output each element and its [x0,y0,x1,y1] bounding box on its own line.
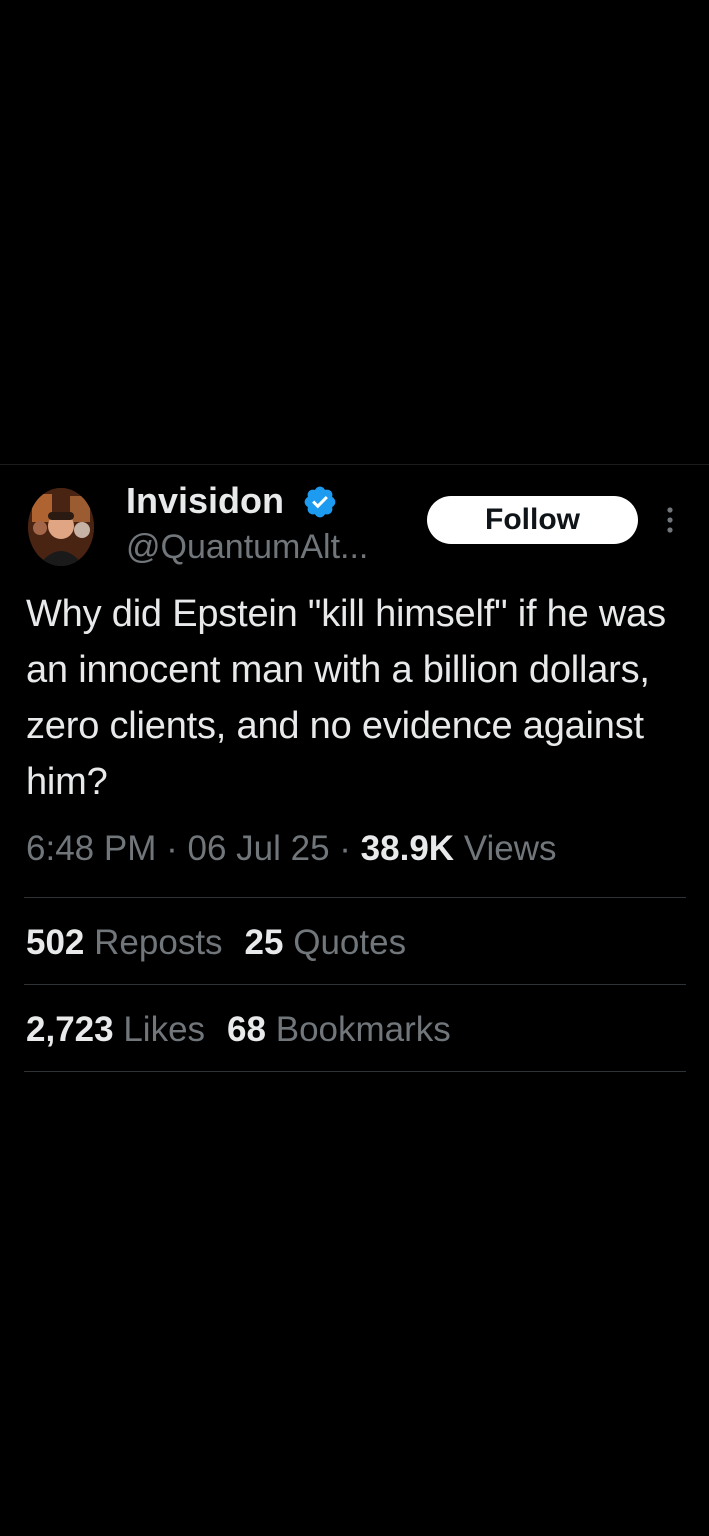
reposts-label: Reposts [94,923,223,962]
bookmarks-count: 68 [227,1010,266,1049]
divider [24,897,686,898]
meta-separator: · [339,829,351,868]
likes-count: 2,723 [26,1010,114,1049]
divider [24,984,686,985]
tweet-meta: 6:48 PM · 06 Jul 25 · 38.9K Views [26,826,557,872]
tweet-date[interactable]: 06 Jul 25 [187,829,329,868]
stats-row-reposts: 502 Reposts 25 Quotes [26,920,406,966]
follow-button[interactable]: Follow [427,496,638,544]
top-divider [0,464,709,465]
bookmarks-label: Bookmarks [275,1010,451,1049]
likes-stat[interactable]: 2,723 Likes [26,1010,205,1049]
reposts-stat[interactable]: 502 Reposts [26,923,223,962]
avatar-image [28,488,94,566]
divider [24,1071,686,1072]
reposts-count: 502 [26,923,85,962]
quotes-stat[interactable]: 25 Quotes [245,923,407,962]
views-label: Views [463,829,557,868]
tweet-text: Why did Epstein "kill himself" if he was… [26,593,666,803]
meta-separator: · [166,829,178,868]
bookmarks-stat[interactable]: 68 Bookmarks [227,1010,451,1049]
stats-row-likes: 2,723 Likes 68 Bookmarks [26,1007,451,1053]
avatar[interactable] [28,488,94,566]
tweet-time[interactable]: 6:48 PM [26,829,156,868]
quotes-count: 25 [244,923,284,962]
views-count: 38.9K [360,829,455,868]
quotes-label: Quotes [293,923,407,962]
handle[interactable]: @QuantumAlt... [126,526,368,568]
verified-badge-icon [304,486,336,518]
display-name[interactable]: Invisidon [126,480,284,522]
more-options-icon[interactable] [660,504,680,536]
likes-label: Likes [123,1010,206,1049]
